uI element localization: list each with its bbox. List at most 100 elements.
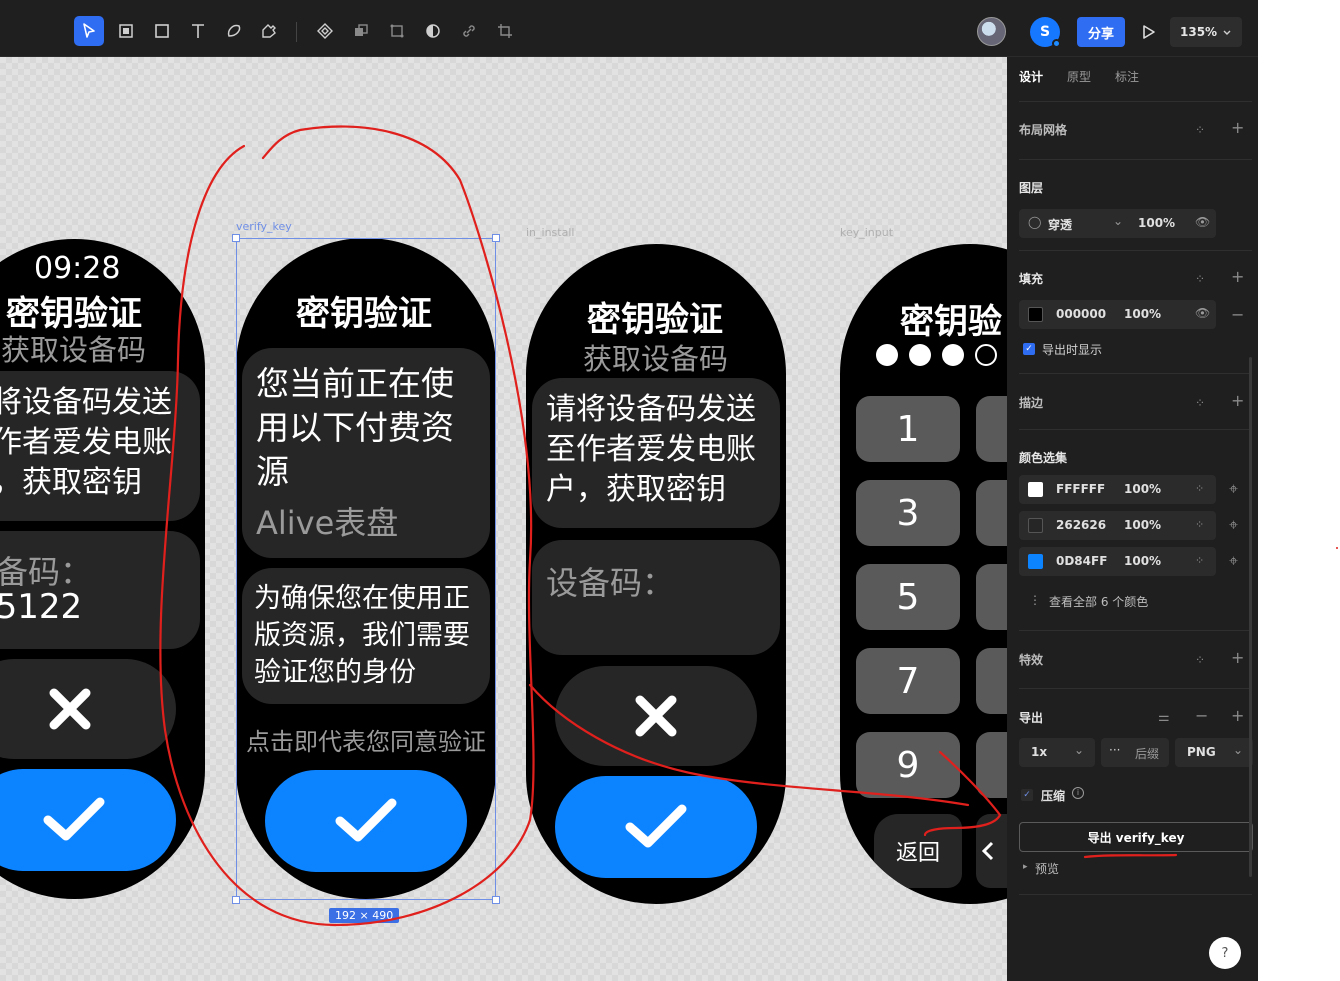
key-5[interactable]: 5 (856, 564, 960, 630)
style-icon[interactable]: ⁘ (1195, 122, 1205, 138)
fill-swatch[interactable] (1028, 307, 1043, 322)
export-button[interactable]: 导出 verify_key (1019, 822, 1253, 852)
pen-tool-icon[interactable] (219, 16, 249, 46)
color-swatch[interactable] (1028, 482, 1043, 497)
color-row[interactable]: FFFFFF 100% ⁘ (1019, 475, 1216, 504)
show-on-export-checkbox[interactable]: ✓ (1023, 343, 1035, 355)
design-canvas[interactable]: verify_key in_install key_input 09:28 密钥… (0, 57, 1007, 981)
color-row[interactable]: 262626 100% ⁘ (1019, 511, 1216, 540)
color-row[interactable]: 0D84FF 100% ⁘ (1019, 547, 1216, 576)
color-swatch[interactable] (1028, 554, 1043, 569)
add-icon[interactable]: + (1231, 269, 1244, 285)
color-opacity[interactable]: 100% (1124, 482, 1161, 496)
style-icon[interactable]: ⁘ (1195, 518, 1204, 531)
color-hex[interactable]: FFFFFF (1056, 482, 1105, 496)
cancel-button[interactable] (0, 659, 176, 759)
color-opacity[interactable]: 100% (1124, 554, 1161, 568)
fill-row[interactable]: 000000 100% 👁 (1019, 300, 1216, 329)
export-scale-select[interactable]: 1x ⌄ (1019, 738, 1095, 767)
frame-label-in-install[interactable]: in_install (526, 226, 574, 239)
style-icon[interactable]: ⁘ (1195, 652, 1205, 668)
watch-frame-key-input[interactable]: 密钥验 1 3 5 7 9 返回 (840, 244, 1007, 904)
chevron-left-icon (981, 841, 994, 861)
style-icon[interactable]: ⁘ (1195, 271, 1205, 287)
backspace-button[interactable] (976, 814, 1007, 888)
back-button[interactable]: 返回 (874, 814, 962, 888)
key-8[interactable] (976, 648, 1007, 714)
tab-design[interactable]: 设计 (1019, 68, 1043, 85)
target-icon[interactable]: ⌖ (1229, 517, 1238, 533)
style-icon[interactable]: ⁘ (1195, 482, 1204, 495)
remove-icon[interactable]: − (1231, 307, 1244, 323)
plugin-tool-icon[interactable] (254, 16, 284, 46)
watch-frame-in-install[interactable]: 密钥验证 获取设备码 请将设备码发送 至作者爱发电账 户，获取密钥 设备码： (526, 244, 786, 904)
component-icon[interactable] (310, 16, 340, 46)
layer-opacity[interactable]: 100% (1138, 216, 1175, 230)
key-4[interactable] (976, 480, 1007, 546)
fill-opacity[interactable]: 100% (1124, 307, 1161, 321)
add-icon[interactable]: + (1231, 708, 1244, 724)
panel-scrollbar[interactable] (1249, 357, 1252, 877)
selection-handle[interactable] (232, 896, 240, 904)
eye-icon[interactable]: 👁 (1195, 306, 1210, 320)
crop-icon[interactable] (490, 16, 520, 46)
view-all-colors-link[interactable]: 查看全部 6 个颜色 (1049, 593, 1148, 610)
style-icon[interactable]: ⁘ (1195, 395, 1205, 411)
link-icon[interactable] (454, 16, 484, 46)
color-hex[interactable]: 0D84FF (1056, 554, 1107, 568)
share-button[interactable]: 分享 (1077, 17, 1125, 47)
style-icon[interactable]: ⁘ (1195, 554, 1204, 567)
zoom-select[interactable]: 135% (1170, 17, 1242, 47)
info-icon[interactable]: i (1072, 787, 1084, 799)
color-opacity[interactable]: 100% (1124, 518, 1161, 532)
fill-hex[interactable]: 000000 (1056, 307, 1106, 321)
export-suffix-input[interactable]: ··· 后缀 (1101, 738, 1169, 767)
blend-mode-select[interactable]: ◯ 穿透 ⌄ 100% 👁 (1019, 209, 1216, 238)
export-settings-icon[interactable]: ⚌ (1158, 710, 1170, 726)
selection-handle[interactable] (492, 234, 500, 242)
help-button[interactable]: ? (1209, 937, 1241, 969)
add-icon[interactable]: + (1231, 650, 1244, 666)
selection-handle[interactable] (232, 234, 240, 242)
watch-frame-device-code[interactable]: 09:28 密钥验证 获取设备码 将设备码发送 作者爱发电账 ，获取密钥 备码：… (0, 239, 205, 899)
auto-layout-icon[interactable] (382, 16, 412, 46)
target-icon[interactable]: ⌖ (1229, 553, 1238, 569)
move-tool-icon[interactable] (74, 16, 104, 46)
frame-tool-icon[interactable] (111, 16, 141, 46)
tab-annotation[interactable]: 标注 (1115, 68, 1139, 85)
annotation-dot (1336, 547, 1338, 549)
key-7[interactable]: 7 (856, 648, 960, 714)
confirm-button[interactable] (0, 769, 176, 871)
key-9[interactable]: 9 (856, 732, 960, 798)
compress-checkbox[interactable]: ✓ (1021, 789, 1033, 801)
collaborator-avatar[interactable] (977, 17, 1006, 46)
target-icon[interactable]: ⌖ (1229, 481, 1238, 497)
key-0[interactable] (976, 732, 1007, 798)
remove-icon[interactable]: − (1195, 708, 1208, 724)
check-icon (43, 797, 105, 841)
export-format-select[interactable]: PNG ⌄ (1175, 738, 1253, 767)
cancel-button[interactable] (555, 666, 757, 766)
play-icon[interactable] (1136, 17, 1162, 47)
tab-prototype[interactable]: 原型 (1067, 68, 1091, 85)
text-tool-icon[interactable] (183, 16, 213, 46)
key-6[interactable] (976, 564, 1007, 630)
boolean-icon[interactable] (346, 16, 376, 46)
frame-label-verify-key[interactable]: verify_key (236, 220, 292, 233)
eye-icon[interactable]: 👁 (1195, 215, 1210, 229)
key-1[interactable]: 1 (856, 396, 960, 462)
add-icon[interactable]: + (1231, 393, 1244, 409)
rectangle-tool-icon[interactable] (147, 16, 177, 46)
preview-toggle[interactable]: 预览 (1035, 860, 1059, 877)
key-2[interactable] (976, 396, 1007, 462)
confirm-button[interactable] (555, 776, 757, 878)
add-icon[interactable]: + (1231, 120, 1244, 136)
color-hex[interactable]: 262626 (1056, 518, 1106, 532)
mask-icon[interactable] (418, 16, 448, 46)
user-avatar[interactable]: S (1030, 17, 1061, 48)
frame-label-key-input[interactable]: key_input (840, 226, 893, 239)
selection-handle[interactable] (492, 896, 500, 904)
pin-dot-filled (942, 344, 964, 366)
key-3[interactable]: 3 (856, 480, 960, 546)
color-swatch[interactable] (1028, 518, 1043, 533)
